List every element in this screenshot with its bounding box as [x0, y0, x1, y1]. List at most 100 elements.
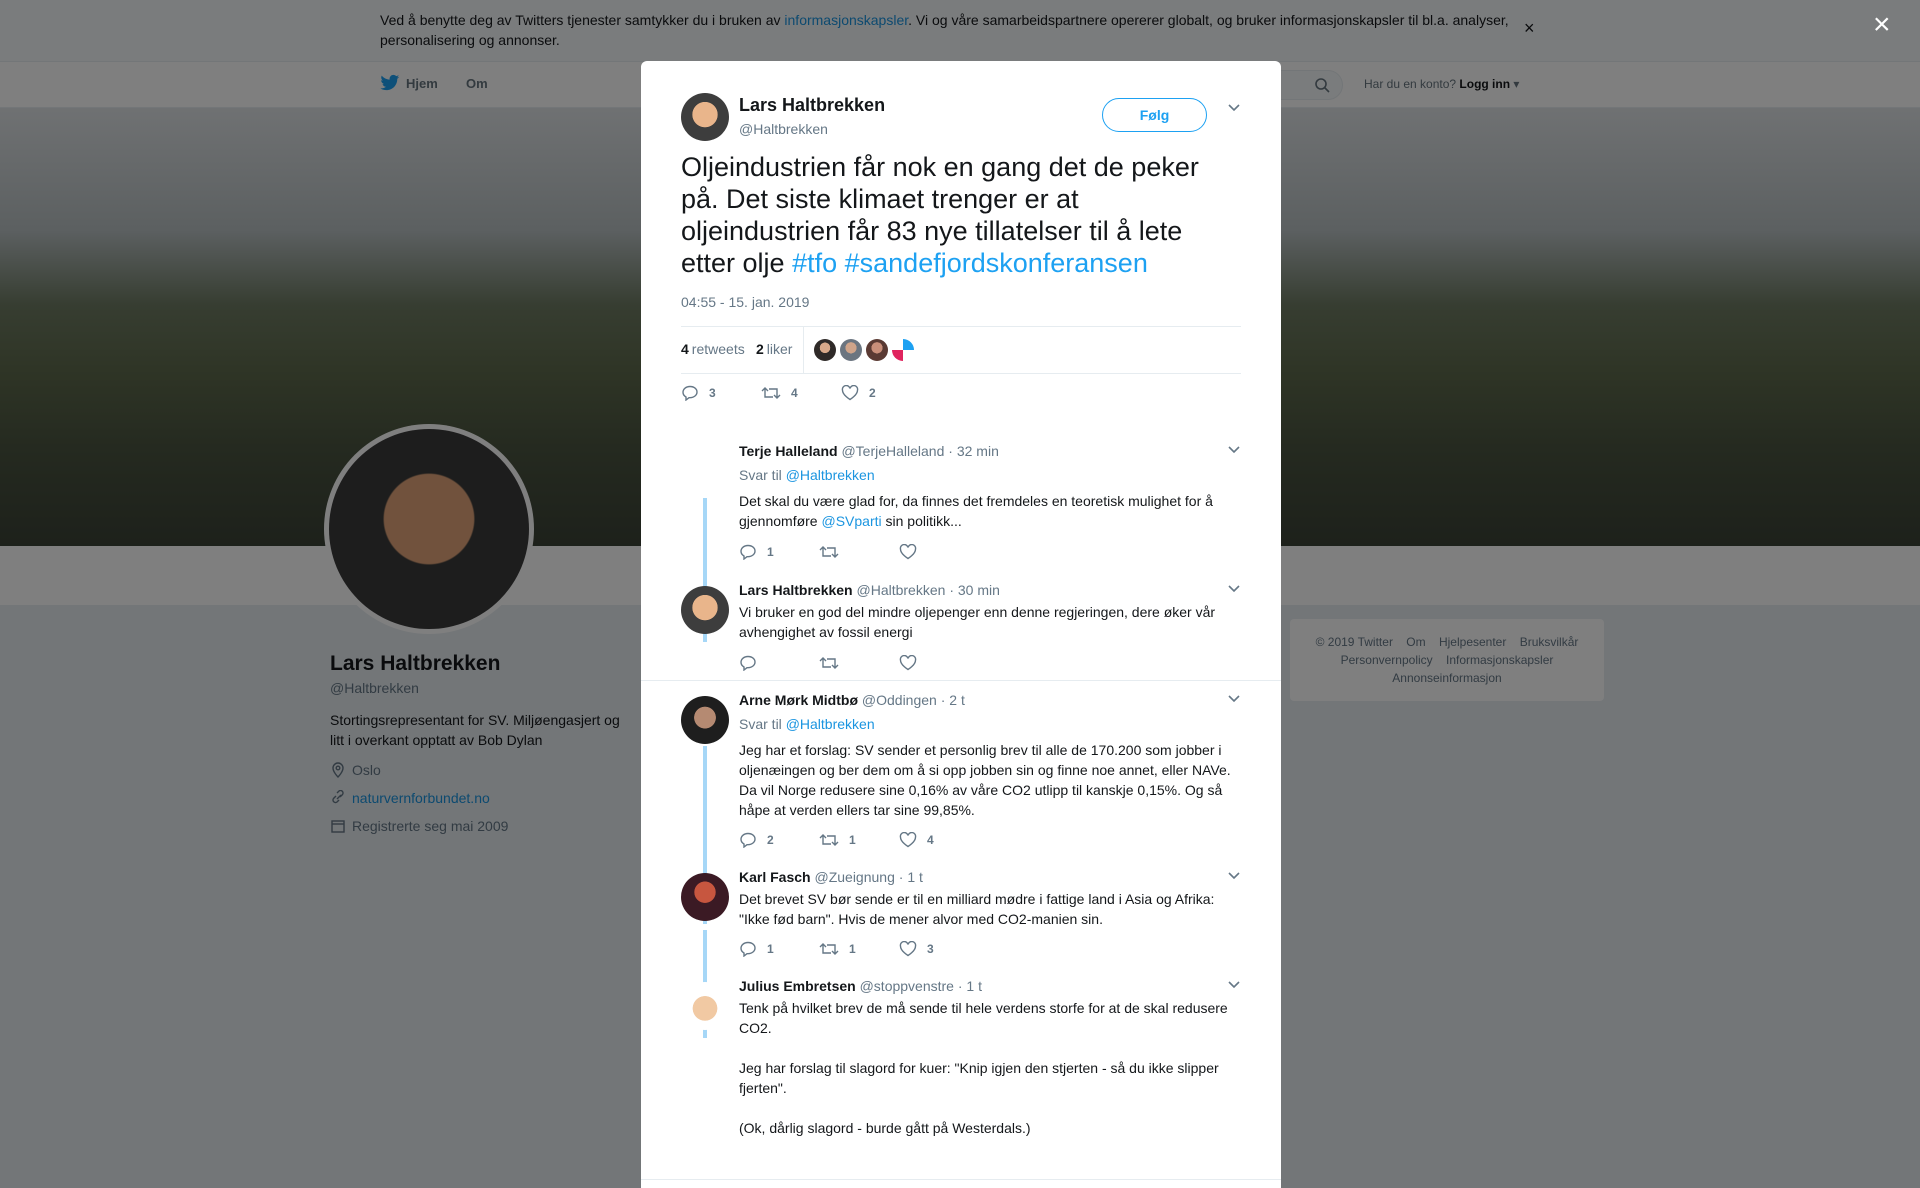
reply-header: Julius Embretsen @stoppvenstre · 1 t	[739, 978, 982, 994]
reply-count: 1	[767, 545, 774, 559]
retweet-icon	[819, 657, 839, 669]
reply-button[interactable]: 1	[739, 940, 819, 958]
reply-icon	[682, 385, 698, 401]
hashtag-link[interactable]: #tfo	[792, 248, 837, 278]
reply-actions: 1 1 3	[739, 940, 979, 958]
like-count: 4	[927, 833, 934, 847]
reply-count: 2	[767, 833, 774, 847]
reply-author-name[interactable]: Terje Halleland	[739, 443, 838, 459]
retweet-button[interactable]: 1	[819, 940, 899, 958]
liker-avatar[interactable]	[814, 339, 836, 361]
reply-author-handle[interactable]: @TerjeHalleland	[841, 443, 944, 459]
reply-text: Vi bruker en god del mindre oljepenger e…	[739, 604, 1216, 640]
reply-actions: 2 1 4	[739, 831, 979, 849]
reply-time[interactable]: · 2 t	[941, 692, 965, 708]
retweet-icon	[819, 834, 839, 846]
reply-text: Tenk på hvilket brev de må sende til hel…	[739, 1000, 1228, 1136]
tweet-author-name[interactable]: Lars Haltbrekken	[739, 95, 885, 116]
retweets-stat[interactable]: 4 retweets	[681, 341, 745, 357]
reply-header: Karl Fasch @Zueignung · 1 t	[739, 869, 923, 885]
like-button[interactable]: 3	[899, 940, 979, 958]
replying-to: Svar til @Haltbrekken	[739, 467, 875, 483]
chevron-down-icon[interactable]	[1227, 584, 1241, 594]
retweet-button[interactable]: 1	[819, 831, 899, 849]
reply-icon	[740, 832, 756, 848]
liker-avatar[interactable]	[840, 339, 862, 361]
reply-author-avatar[interactable]	[681, 982, 729, 1030]
reply-button[interactable]	[739, 654, 819, 672]
liker-avatar[interactable]	[866, 339, 888, 361]
reply-author-handle[interactable]: @Oddingen	[862, 692, 937, 708]
tweet-header: Lars Haltbrekken @Haltbrekken Følg	[681, 93, 1241, 143]
reply-time[interactable]: · 30 min	[949, 582, 1000, 598]
close-modal-button[interactable]: ×	[1873, 10, 1891, 40]
tweet-text: Oljeindustrien får nok en gang det de pe…	[681, 151, 1241, 279]
retweet-count: 1	[849, 942, 856, 956]
reply-time[interactable]: · 32 min	[948, 443, 999, 459]
like-count: 2	[869, 386, 876, 400]
reply-author-name[interactable]: Arne Mørk Midtbø	[739, 692, 858, 708]
reply-author-avatar[interactable]	[681, 873, 729, 921]
tweet-author-handle[interactable]: @Haltbrekken	[739, 121, 828, 137]
heart-icon	[899, 655, 917, 671]
reply-text: Jeg har et forslag: SV sender et personl…	[739, 742, 1231, 818]
liker-avatars	[814, 339, 914, 361]
replying-to-link[interactable]: @Haltbrekken	[786, 716, 875, 732]
reply-separator	[641, 680, 1281, 681]
retweet-icon	[819, 546, 839, 558]
likes-stat[interactable]: 2 liker	[756, 341, 792, 357]
retweet-button[interactable]: 4	[761, 384, 841, 402]
reply-time[interactable]: · 1 t	[899, 869, 923, 885]
tweet-timestamp[interactable]: 04:55 - 15. jan. 2019	[681, 294, 809, 310]
chevron-down-icon[interactable]	[1227, 103, 1241, 113]
retweet-button[interactable]	[819, 654, 899, 672]
heart-icon	[899, 544, 917, 560]
reply-button[interactable]: 2	[739, 831, 819, 849]
reply-author-handle[interactable]: @stoppvenstre	[860, 978, 954, 994]
hashtag-link[interactable]: #sandefjordskonferansen	[845, 248, 1148, 278]
chevron-down-icon[interactable]	[1227, 871, 1241, 881]
retweet-count: 1	[849, 833, 856, 847]
reply-button[interactable]: 3	[681, 384, 761, 402]
replying-to-link[interactable]: @Haltbrekken	[786, 467, 875, 483]
liker-avatar[interactable]	[892, 339, 914, 361]
chevron-down-icon[interactable]	[1227, 694, 1241, 704]
tweet-modal: Lars Haltbrekken @Haltbrekken Følg Oljei…	[641, 61, 1281, 1188]
replying-to: Svar til @Haltbrekken	[739, 716, 875, 732]
chevron-down-icon[interactable]	[1227, 980, 1241, 990]
follow-button[interactable]: Følg	[1102, 98, 1207, 132]
tweet-author-avatar[interactable]	[681, 93, 729, 141]
stats-divider	[803, 327, 804, 373]
reply-time[interactable]: · 1 t	[958, 978, 982, 994]
like-button[interactable]	[899, 654, 979, 672]
reply-button[interactable]: 1	[739, 543, 819, 561]
reply-header: Lars Haltbrekken @Haltbrekken · 30 min	[739, 582, 1000, 598]
reply-author-handle[interactable]: @Zueignung	[814, 869, 894, 885]
reply-author-name[interactable]: Karl Fasch	[739, 869, 811, 885]
mention-link[interactable]: @SVparti	[821, 513, 881, 529]
heart-icon	[899, 941, 917, 957]
retweet-button[interactable]	[819, 543, 899, 561]
retweet-count: 4	[791, 386, 798, 400]
reply-author-name[interactable]: Julius Embretsen	[739, 978, 856, 994]
reply-actions	[739, 654, 979, 672]
heart-icon	[841, 385, 859, 401]
reply-count: 1	[767, 942, 774, 956]
reply-author-handle[interactable]: @Haltbrekken	[857, 582, 946, 598]
retweet-icon	[761, 387, 781, 399]
likes-label: liker	[766, 341, 793, 357]
like-button[interactable]	[899, 543, 979, 561]
reply-text-after: sin politikk...	[881, 513, 962, 529]
reply-separator	[641, 1179, 1281, 1180]
reply-text-before: Det skal du være glad for, da finnes det…	[739, 493, 1213, 529]
replying-to-label: Svar til	[739, 716, 782, 732]
reply-author-avatar[interactable]	[681, 586, 729, 634]
reply-author-name[interactable]: Lars Haltbrekken	[739, 582, 853, 598]
reply-icon	[740, 544, 756, 560]
reply-actions: 1	[739, 543, 979, 561]
reply-author-avatar[interactable]	[681, 696, 729, 744]
like-button[interactable]: 2	[841, 384, 921, 402]
like-button[interactable]: 4	[899, 831, 979, 849]
like-count: 3	[927, 942, 934, 956]
chevron-down-icon[interactable]	[1227, 445, 1241, 455]
